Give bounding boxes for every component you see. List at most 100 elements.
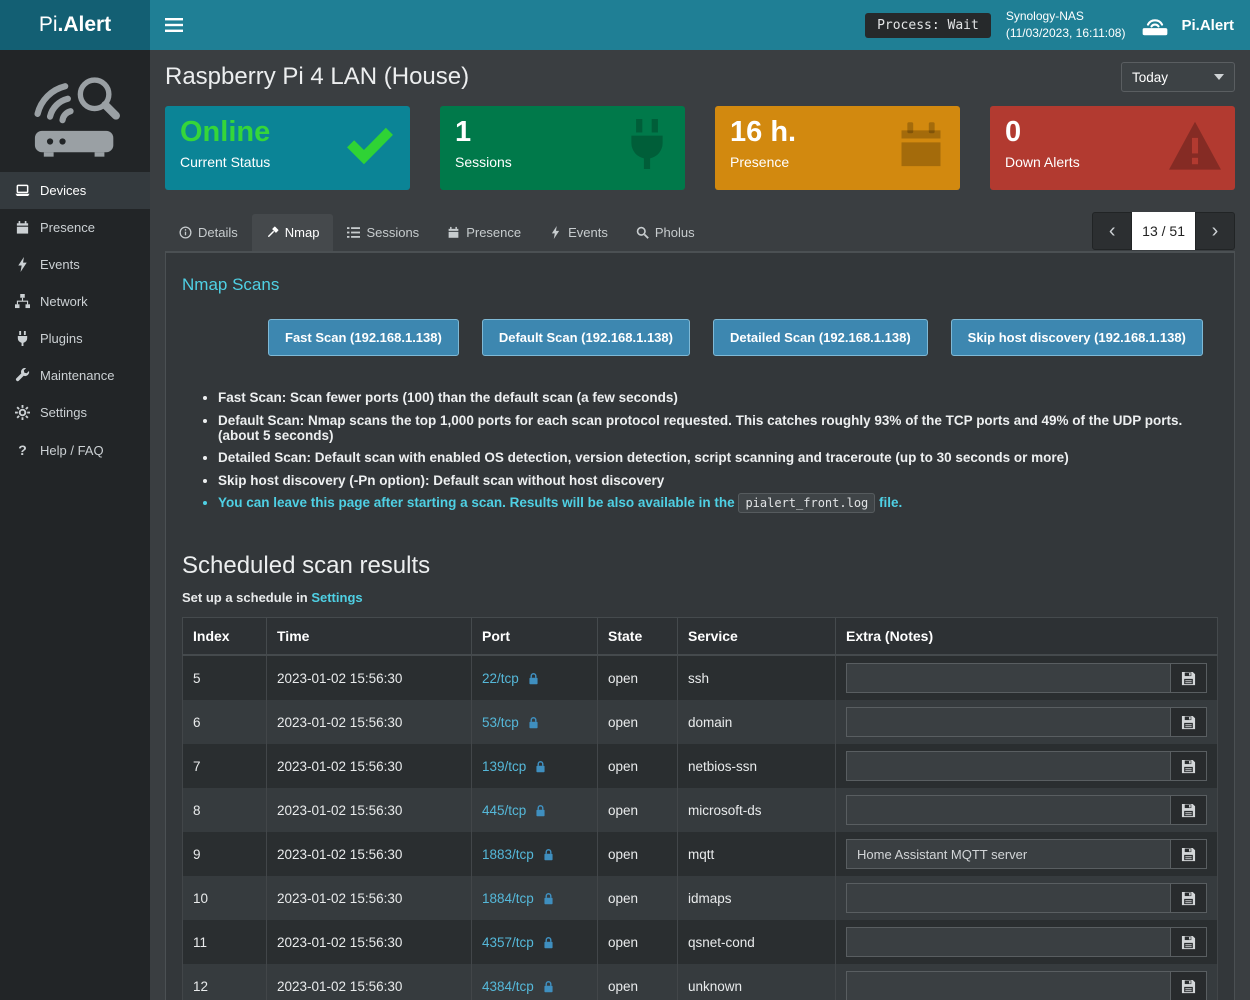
cell-time: 2023-01-02 15:56:30 [267, 788, 472, 832]
save-note-button[interactable] [1171, 883, 1207, 913]
sidebar-item-events[interactable]: Events [0, 246, 150, 283]
sessions-card: 1 Sessions [440, 106, 685, 190]
tab-presence[interactable]: Presence [433, 214, 535, 251]
menu-icon [165, 18, 183, 32]
next-device-button[interactable]: › [1195, 212, 1235, 250]
network-icon [15, 294, 30, 309]
stat-cards: Online Current Status 1 Sessions 16 h. P… [165, 106, 1235, 190]
port-link[interactable]: 139/tcp [482, 759, 526, 774]
table-row: 10 2023-01-02 15:56:30 1884/tcp open idm… [183, 876, 1218, 920]
topbar: Process: Wait Synology-NAS (11/03/2023, … [150, 0, 1250, 50]
brand-logo[interactable]: Pi.Alert [0, 0, 150, 50]
bolt-icon [15, 257, 30, 272]
sidebar-item-label: Maintenance [40, 368, 114, 383]
detailed-scan-button[interactable]: Detailed Scan (192.168.1.138) [713, 319, 928, 356]
tab-details[interactable]: Details [165, 214, 252, 251]
save-note-button[interactable] [1171, 971, 1207, 1000]
floppy-icon [1181, 935, 1196, 950]
cell-port: 445/tcp [472, 788, 598, 832]
port-link[interactable]: 1884/tcp [482, 891, 534, 906]
question-icon: ? [15, 442, 30, 458]
tab-events[interactable]: Events [535, 214, 622, 251]
note-input[interactable] [846, 663, 1171, 693]
sidebar-item-settings[interactable]: Settings [0, 394, 150, 431]
scan-results-body: 5 2023-01-02 15:56:30 22/tcp open ssh [183, 655, 1218, 1000]
log-file-name: pialert_front.log [738, 493, 875, 513]
note-input[interactable] [846, 751, 1171, 781]
prev-device-button[interactable]: ‹ [1092, 212, 1132, 250]
port-link[interactable]: 445/tcp [482, 803, 526, 818]
sidebar-toggle-button[interactable] [150, 0, 198, 50]
cell-index: 10 [183, 876, 267, 920]
note-fast-scan: Fast Scan: Scan fewer ports (100) than t… [218, 390, 1218, 405]
save-note-button[interactable] [1171, 927, 1207, 957]
save-note-button[interactable] [1171, 839, 1207, 869]
note-input[interactable] [846, 839, 1171, 869]
sidebar-item-devices[interactable]: Devices [0, 172, 150, 209]
cell-service: mqtt [678, 832, 836, 876]
default-scan-button[interactable]: Default Scan (192.168.1.138) [482, 319, 690, 356]
note-skip-host: Skip host discovery (-Pn option): Defaul… [218, 473, 1218, 488]
fast-scan-button[interactable]: Fast Scan (192.168.1.138) [268, 319, 459, 356]
tab-nmap[interactable]: Nmap [252, 214, 334, 251]
tab-label: Nmap [285, 225, 320, 240]
skip-host-discovery-button[interactable]: Skip host discovery (192.168.1.138) [951, 319, 1203, 356]
nmap-section-title: Nmap Scans [182, 275, 1218, 295]
col-state: State [598, 618, 678, 656]
period-select-value: Today [1132, 70, 1168, 85]
search-icon [636, 226, 649, 239]
settings-link[interactable]: Settings [311, 590, 362, 605]
cell-time: 2023-01-02 15:56:30 [267, 876, 472, 920]
cell-index: 7 [183, 744, 267, 788]
save-note-button[interactable] [1171, 751, 1207, 781]
sidebar-nav: Devices Presence Events Network Plugins … [0, 172, 150, 469]
cell-time: 2023-01-02 15:56:30 [267, 744, 472, 788]
port-link[interactable]: 4357/tcp [482, 935, 534, 950]
header-app-name: Pi.Alert [1181, 17, 1234, 34]
note-default-scan: Default Scan: Nmap scans the top 1,000 p… [218, 413, 1218, 443]
floppy-icon [1181, 715, 1196, 730]
wrench-icon [15, 368, 30, 383]
cell-port: 1884/tcp [472, 876, 598, 920]
leave-note-pre: You can leave this page after starting a… [218, 495, 735, 510]
save-note-button[interactable] [1171, 795, 1207, 825]
lock-icon [527, 716, 540, 729]
period-select[interactable]: Today [1121, 62, 1235, 92]
sidebar-item-help[interactable]: ? Help / FAQ [0, 431, 150, 469]
sidebar-item-label: Help / FAQ [40, 443, 104, 458]
cell-port: 4384/tcp [472, 964, 598, 1000]
save-note-button[interactable] [1171, 707, 1207, 737]
note-input[interactable] [846, 707, 1171, 737]
tab-sessions[interactable]: Sessions [333, 214, 433, 251]
port-link[interactable]: 4384/tcp [482, 979, 534, 994]
note-input[interactable] [846, 795, 1171, 825]
lock-icon [534, 760, 547, 773]
cell-service: ssh [678, 655, 836, 700]
sidebar-item-network[interactable]: Network [0, 283, 150, 320]
port-link[interactable]: 1883/tcp [482, 847, 534, 862]
table-row: 12 2023-01-02 15:56:30 4384/tcp open unk… [183, 964, 1218, 1000]
cell-extra-notes [836, 655, 1218, 700]
tabs-row: Details Nmap Sessions Presence Events Ph… [165, 212, 1235, 251]
save-note-button[interactable] [1171, 663, 1207, 693]
plug-icon [622, 119, 672, 169]
note-input[interactable] [846, 971, 1171, 1000]
sidebar-item-presence[interactable]: Presence [0, 209, 150, 246]
cell-extra-notes [836, 744, 1218, 788]
chevron-right-icon: › [1212, 220, 1219, 243]
laptop-icon [15, 183, 30, 198]
cell-service: microsoft-ds [678, 788, 836, 832]
sidebar-item-plugins[interactable]: Plugins [0, 320, 150, 357]
cell-extra-notes [836, 920, 1218, 964]
brand-prefix: Pi [39, 13, 58, 37]
port-link[interactable]: 53/tcp [482, 715, 519, 730]
cell-port: 53/tcp [472, 700, 598, 744]
port-link[interactable]: 22/tcp [482, 671, 519, 686]
host-timestamp: (11/03/2023, 16:11:08) [1006, 25, 1126, 42]
schedule-hint-text: Set up a schedule in [182, 590, 308, 605]
tab-pholus[interactable]: Pholus [622, 214, 709, 251]
note-input[interactable] [846, 927, 1171, 957]
cell-port: 22/tcp [472, 655, 598, 700]
sidebar-item-maintenance[interactable]: Maintenance [0, 357, 150, 394]
note-input[interactable] [846, 883, 1171, 913]
